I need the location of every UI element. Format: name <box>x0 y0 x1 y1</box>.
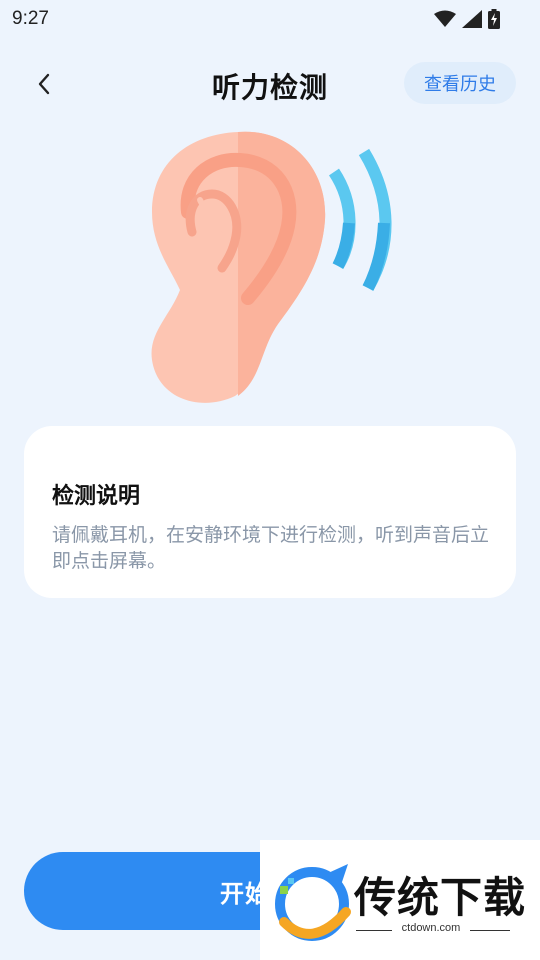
status-icons <box>434 8 500 30</box>
watermark-url: ctdown.com <box>401 922 461 934</box>
header: 听力检测 查看历史 <box>0 56 540 112</box>
view-history-button[interactable]: 查看历史 <box>404 62 516 104</box>
instruction-card: 检测说明 请佩戴耳机，在安静环境下进行检测，听到声音后立即点击屏幕。 <box>24 426 516 598</box>
status-time: 9:27 <box>12 8 49 29</box>
watermark-divider-right <box>470 930 510 931</box>
status-bar: 9:27 <box>0 0 540 38</box>
signal-icon <box>462 10 482 28</box>
battery-charging-icon <box>488 9 500 29</box>
instruction-title: 检测说明 <box>52 484 141 509</box>
ear-with-sound-waves-icon <box>151 131 392 403</box>
wifi-icon <box>434 10 456 27</box>
watermark-text: 传统下载 <box>354 873 527 922</box>
ear-illustration <box>140 128 400 408</box>
watermark: 传统下载 ctdown.com <box>260 840 540 960</box>
instruction-body: 请佩戴耳机，在安静环境下进行检测，听到声音后立即点击屏幕。 <box>52 524 490 572</box>
watermark-logo-icon <box>275 864 351 941</box>
